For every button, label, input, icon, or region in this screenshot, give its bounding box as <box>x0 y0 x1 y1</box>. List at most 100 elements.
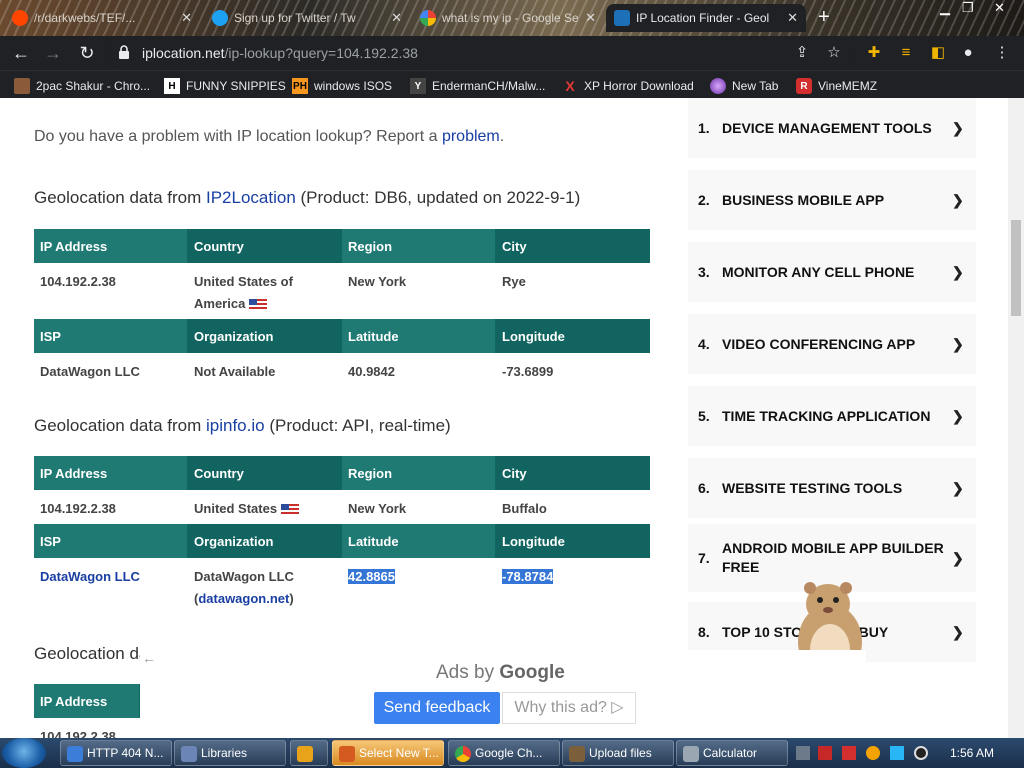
bookmark-item[interactable]: R VineMEMZ <box>796 77 877 95</box>
item-number: 4. <box>698 336 710 352</box>
ads-by-text: Ads by <box>436 662 500 683</box>
datawagon-link[interactable]: datawagon.net <box>198 591 289 606</box>
heading-prefix: Geolocation data from <box>34 188 206 207</box>
minimize-icon[interactable]: ▁ <box>940 0 950 20</box>
page-scrollbar[interactable] <box>1008 98 1024 738</box>
sidebar-item[interactable]: 1. DEVICE MANAGEMENT TOOLS ❯ <box>688 98 976 158</box>
r-badge-icon: R <box>796 78 812 94</box>
chevron-right-icon: ❯ <box>952 623 964 640</box>
taskbar-item[interactable]: Upload files <box>562 740 674 766</box>
sidebar-item[interactable]: 6. WEBSITE TESTING TOOLS ❯ <box>688 458 976 518</box>
tray-search-icon[interactable] <box>866 746 880 760</box>
tray-flag-icon[interactable] <box>842 746 856 760</box>
tray-app-icon[interactable] <box>796 746 810 760</box>
report-end: . <box>499 128 505 145</box>
longitude-selected-text: -78.8784 <box>502 569 554 584</box>
taskbar-item[interactable]: Calculator <box>676 740 788 766</box>
chevron-right-icon: ❯ <box>952 191 964 208</box>
bookmark-item[interactable]: 2pac Shakur - Chro... <box>14 77 150 95</box>
taskbar-item[interactable]: HTTP 404 N... <box>60 740 172 766</box>
table-row: 104.192.2.38 United States of America Ne… <box>34 263 650 319</box>
section-heading-third: Geolocation da <box>34 644 148 664</box>
report-problem-link[interactable]: problem <box>442 128 500 145</box>
menu-icon[interactable]: ⋮ <box>992 43 1012 63</box>
table-row: DataWagon LLC DataWagon LLC (datawagon.ne… <box>34 558 650 616</box>
address-bar[interactable]: iplocation.net/ip-lookup?query=104.192.2… <box>106 39 852 67</box>
us-flag-icon <box>281 503 300 516</box>
isp-link[interactable]: DataWagon LLC <box>34 558 188 616</box>
tray-monitor-icon[interactable] <box>890 746 904 760</box>
maximize-icon[interactable]: ❐ <box>962 0 974 20</box>
back-arrow-icon[interactable]: ← <box>10 42 32 64</box>
tab-reddit[interactable]: /r/darkwebs/TEF/... ✕ <box>4 4 200 32</box>
libraries-icon <box>181 746 197 762</box>
item-number: 7. <box>698 550 710 566</box>
table-header-row: ISP Organization Latitude Longitude <box>34 319 650 353</box>
url-host: iplocation.net <box>142 45 225 61</box>
us-flag-icon <box>249 298 268 311</box>
heading-prefix: Geolocation data from <box>34 416 206 435</box>
item-number: 6. <box>698 480 710 496</box>
ad-back-arrow-icon[interactable]: ← <box>142 650 156 666</box>
table-header-row: IP Address <box>34 684 140 718</box>
tab-google-search[interactable]: what is my ip - Google Se ✕ <box>412 4 604 32</box>
table-header-row: ISP Organization Latitude Longitude <box>34 524 650 558</box>
bookmark-item[interactable]: Y EndermanCH/Malw... <box>410 77 545 95</box>
reload-icon[interactable]: ↻ <box>76 42 98 64</box>
tab-iplocation[interactable]: IP Location Finder - Geol ✕ <box>606 4 806 32</box>
bookmark-item[interactable]: H FUNNY SNIPPIES <box>164 77 286 95</box>
bookmark-item[interactable]: New Tab <box>710 77 778 95</box>
tray-volume-icon[interactable] <box>914 746 928 760</box>
header-region: Region <box>342 456 496 490</box>
task-label: Upload files <box>589 746 652 760</box>
star-icon[interactable]: ☆ <box>824 43 844 63</box>
tab-twitter[interactable]: Sign up for Twitter / Tw ✕ <box>204 4 410 32</box>
value-ip-address: 104.192.2.38 <box>40 501 116 516</box>
close-icon[interactable]: ✕ <box>391 10 402 26</box>
sidebar-item[interactable]: 4. VIDEO CONFERENCING APP ❯ <box>688 314 976 374</box>
scrollbar-thumb[interactable] <box>1011 220 1021 316</box>
sidebar-item[interactable]: 3. MONITOR ANY CELL PHONE ❯ <box>688 242 976 302</box>
taskbar-item[interactable]: Libraries <box>174 740 286 766</box>
bookmark-item[interactable]: PH windows ISOS <box>292 77 392 95</box>
ads-by-google-label: Ads by Google <box>436 662 565 684</box>
close-icon[interactable]: ✕ <box>181 10 192 26</box>
start-button[interactable] <box>2 738 46 768</box>
tray-v-icon[interactable] <box>818 746 832 760</box>
value-ip-address: 104.192.2.38 <box>40 274 116 289</box>
taskbar-item[interactable]: Google Ch... <box>448 740 560 766</box>
close-icon[interactable]: ✕ <box>787 10 798 26</box>
chevron-right-icon: ❯ <box>952 119 964 136</box>
close-icon[interactable]: ✕ <box>585 10 596 26</box>
why-this-ad-button[interactable]: Why this ad? ▷ <box>502 692 636 724</box>
media-icon[interactable]: ≡ <box>896 43 916 63</box>
new-tab-button[interactable]: + <box>818 6 830 28</box>
task-label: Libraries <box>201 746 248 760</box>
header-city: City <box>496 229 650 263</box>
taskbar-item-active[interactable]: Select New T... <box>332 740 444 766</box>
sidebar-item[interactable]: 5. TIME TRACKING APPLICATION ❯ <box>688 386 976 446</box>
ipinfo-link[interactable]: ipinfo.io <box>206 416 265 435</box>
url-path: /ip-lookup?query=104.192.2.38 <box>224 45 418 61</box>
side-panel-icon[interactable]: ◧ <box>928 43 948 63</box>
send-feedback-button[interactable]: Send feedback <box>374 692 500 724</box>
taskbar-item[interactable] <box>290 740 328 766</box>
browser-tab-strip: /r/darkwebs/TEF/... ✕ Sign up for Twitte… <box>0 0 1024 36</box>
value-organization: Not Available <box>194 364 276 379</box>
extensions-icon[interactable]: ✚ <box>864 43 884 63</box>
bookmark-item[interactable]: X XP Horror Download <box>562 77 694 95</box>
share-icon[interactable]: ⇪ <box>792 43 812 63</box>
forward-arrow-icon[interactable]: → <box>42 42 64 64</box>
header-latitude: Latitude <box>342 319 496 353</box>
clock[interactable]: 1:56 AM <box>950 746 994 760</box>
item-label: TIME TRACKING APPLICATION <box>722 407 931 424</box>
profile-avatar-icon[interactable]: ● <box>958 43 978 63</box>
sidebar-item[interactable]: 2. BUSINESS MOBILE APP ❯ <box>688 170 976 230</box>
header-isp: ISP <box>34 524 188 558</box>
item-number: 1. <box>698 120 710 136</box>
window-close-icon[interactable]: ✕ <box>994 0 1005 20</box>
header-isp: ISP <box>34 319 188 353</box>
app-icon <box>339 746 355 762</box>
ip2location-link[interactable]: IP2Location <box>206 188 296 207</box>
table-row: 104.192.2.38 United States New York Buff… <box>34 490 650 524</box>
